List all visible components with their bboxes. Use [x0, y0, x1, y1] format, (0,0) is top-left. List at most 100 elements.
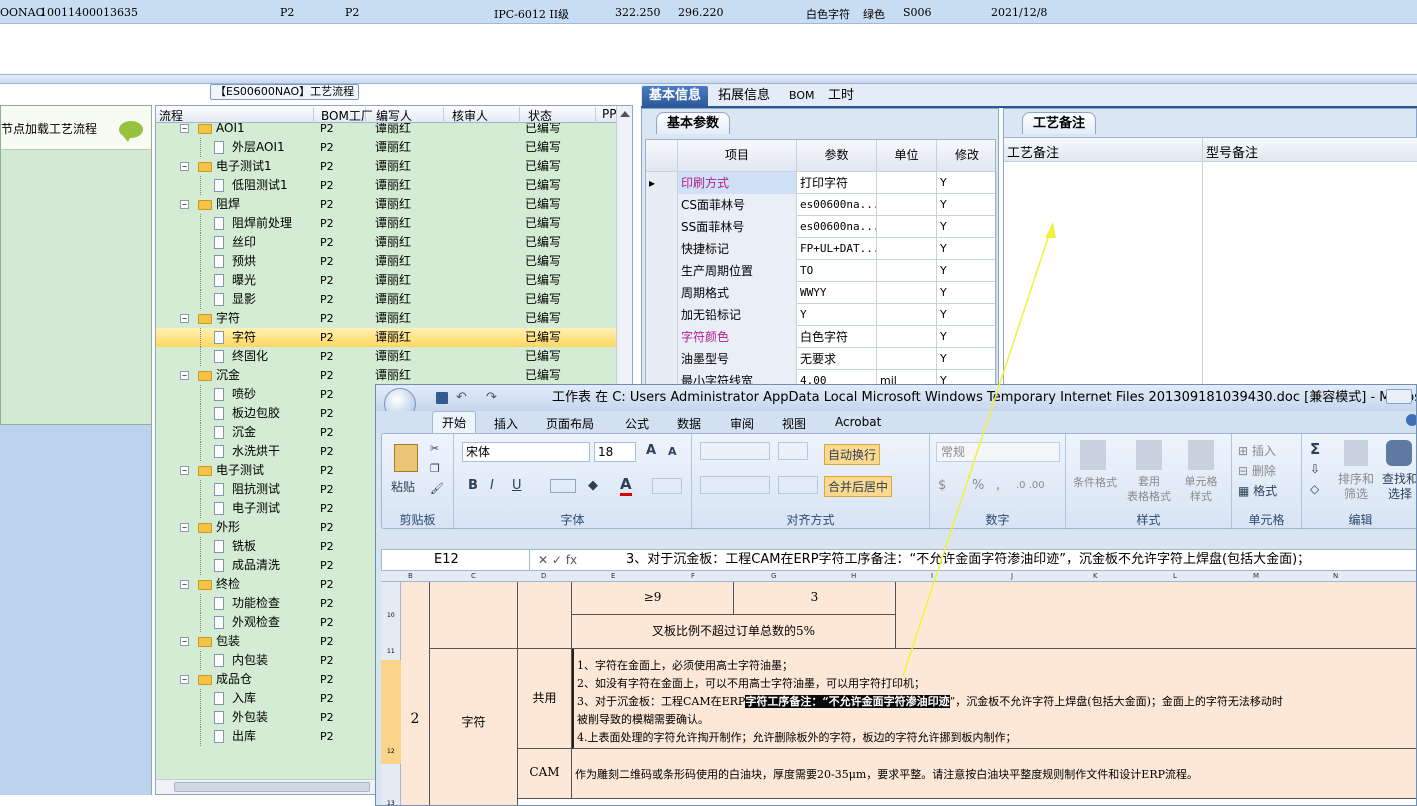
collapse-icon[interactable]: − — [180, 162, 189, 171]
param-row[interactable]: ▸ 印刷方式 打印字符 Y — [646, 172, 997, 194]
record-row[interactable]: OONAO 10011400013635 P2 P2 IPC-6012 II级 … — [0, 0, 1417, 24]
wrap-text-button[interactable]: 自动换行 — [824, 444, 881, 465]
col-reviewer[interactable]: 核审人 — [452, 107, 520, 123]
format-button[interactable]: ▦ 格式 — [1238, 482, 1277, 499]
cell-style-icon[interactable] — [1188, 440, 1214, 470]
column-header[interactable]: B — [408, 572, 413, 580]
row-num-10[interactable]: 10 — [387, 612, 395, 619]
sort-filter-icon[interactable] — [1344, 440, 1368, 466]
clear-icon[interactable]: ◇ — [1310, 482, 1319, 496]
font-size-select[interactable]: 18 — [594, 442, 636, 462]
param-cell-value[interactable]: 打印字符 — [797, 172, 877, 194]
param-cell-edit[interactable]: Y — [937, 238, 997, 260]
sort-filter-button[interactable]: 排序和 筛选 — [1336, 472, 1376, 502]
fill-icon[interactable]: ⇩ — [1310, 462, 1320, 476]
cell-e10[interactable]: ≥9 — [572, 582, 734, 615]
tree-row[interactable]: 终固化 P2 谭丽红 已编写 — [156, 347, 616, 366]
formula-input[interactable]: 3、对于沉金板：工程CAM在ERP字符工序备注：“不允许金面字符渗油印迹”，沉金… — [626, 550, 1310, 570]
param-cell-edit[interactable]: Y — [937, 304, 997, 326]
col-unit[interactable]: 单位 — [877, 140, 937, 172]
param-row[interactable]: 字符颜色 白色字符 Y — [646, 326, 997, 348]
tree-row[interactable]: 外层AOI1 P2 谭丽红 已编写 — [156, 138, 616, 157]
cell-i10[interactable] — [896, 582, 1416, 649]
tree-row[interactable]: 字符 P2 谭丽红 已编写 — [156, 328, 616, 347]
param-cell-value[interactable]: Y — [797, 304, 877, 326]
collapse-icon[interactable]: − — [180, 200, 189, 209]
border-icon[interactable] — [550, 479, 576, 493]
excel-titlebar[interactable]: ↶ ↷ 工作表 在 C: Users Administrator AppData… — [376, 385, 1416, 420]
italic-button[interactable]: I — [490, 478, 494, 493]
param-cell-item[interactable]: 字符颜色 — [678, 326, 797, 348]
param-cell-unit[interactable] — [877, 216, 937, 238]
param-row[interactable]: 快捷标记 FP+UL+DAT... Y — [646, 238, 997, 260]
collapse-icon[interactable]: − — [180, 523, 189, 532]
tree-row[interactable]: − 电子测试1 P2 谭丽红 已编写 — [156, 157, 616, 176]
tree-row[interactable]: 丝印 P2 谭丽红 已编写 — [156, 233, 616, 252]
tab-hours[interactable]: 工时 — [821, 86, 861, 108]
paste-icon[interactable] — [394, 444, 418, 472]
collapse-icon[interactable]: − — [180, 314, 189, 323]
column-header[interactable]: F — [691, 572, 695, 580]
tree-row[interactable]: 显影 P2 谭丽红 已编写 — [156, 290, 616, 309]
tab-insert[interactable]: 插入 — [494, 415, 518, 432]
col-edit[interactable]: 修改 — [937, 140, 997, 172]
param-cell-value[interactable]: TO — [797, 260, 877, 282]
orientation-icon[interactable] — [778, 442, 808, 460]
col-process-note[interactable]: 工艺备注 — [1007, 142, 1059, 161]
col-writer[interactable]: 编写人 — [376, 107, 444, 123]
param-cell-edit[interactable]: Y — [937, 326, 997, 348]
cond-format-icon[interactable] — [1080, 440, 1106, 470]
cond-format-button[interactable]: 条件格式 — [1066, 474, 1124, 490]
column-header[interactable]: K — [1093, 572, 1098, 580]
table-format-icon[interactable] — [1136, 440, 1162, 470]
cell-e12[interactable]: 1、字符在金面上，必须使用高士字符油墨； 2、如没有字符在金面上，可以不用高士字… — [572, 649, 1416, 749]
comma-icon[interactable]: , — [996, 478, 1000, 493]
tab-basic-params[interactable]: 基本参数 — [656, 112, 731, 134]
tree-row[interactable]: − 阻焊 P2 谭丽红 已编写 — [156, 195, 616, 214]
insert-button[interactable]: ⊞ 插入 — [1238, 442, 1276, 459]
help-icon[interactable] — [1406, 414, 1416, 426]
delete-button[interactable]: ⊟ 删除 — [1238, 462, 1276, 479]
param-cell-unit[interactable] — [877, 238, 937, 260]
col-param[interactable]: 参数 — [797, 140, 877, 172]
param-cell-item[interactable]: 生产周期位置 — [678, 260, 797, 282]
tab-review[interactable]: 审阅 — [730, 415, 754, 432]
column-header[interactable]: N — [1333, 572, 1338, 580]
indent-icons[interactable] — [778, 476, 818, 494]
collapse-icon[interactable]: − — [180, 637, 189, 646]
param-row[interactable]: 油墨型号 无要求 Y — [646, 348, 997, 370]
col-item[interactable]: 项目 — [678, 140, 797, 172]
shrink-font-icon[interactable]: A — [668, 445, 677, 458]
tree-row[interactable]: 预烘 P2 谭丽红 已编写 — [156, 252, 616, 271]
cell-b12[interactable]: 2 — [401, 649, 430, 805]
cell-g10[interactable]: 3 — [734, 582, 896, 615]
tab-basic-info[interactable]: 基本信息 — [642, 86, 709, 108]
param-cell-edit[interactable]: Y — [937, 172, 997, 194]
tree-row[interactable]: − AOI1 P2 谭丽红 已编写 — [156, 123, 616, 138]
param-row[interactable]: 加无铅标记 Y Y — [646, 304, 997, 326]
tab-acrobat[interactable]: Acrobat — [835, 415, 881, 429]
collapse-icon[interactable]: − — [180, 675, 189, 684]
scroll-up-icon[interactable] — [620, 111, 630, 117]
cell-style-button[interactable]: 单元格 样式 — [1176, 474, 1226, 504]
font-name-select[interactable]: 宋体 — [462, 442, 590, 462]
column-header[interactable]: C — [471, 572, 476, 580]
tree-row[interactable]: 阻焊前处理 P2 谭丽红 已编写 — [156, 214, 616, 233]
font-color-icon[interactable]: A — [620, 475, 632, 496]
column-header[interactable]: G — [771, 572, 776, 580]
autosum-icon[interactable]: Σ — [1310, 440, 1320, 458]
column-header[interactable]: L — [1173, 572, 1177, 580]
param-cell-value[interactable]: es00600na... — [797, 194, 877, 216]
redo-icon[interactable]: ↷ — [486, 385, 497, 411]
number-format-select[interactable]: 常规 — [936, 442, 1060, 462]
bold-button[interactable]: B — [468, 478, 478, 493]
collapse-icon[interactable]: − — [180, 580, 189, 589]
tree-row[interactable]: 低阻测试1 P2 谭丽红 已编写 — [156, 176, 616, 195]
tab-process-notes[interactable]: 工艺备注 — [1022, 112, 1097, 134]
param-cell-edit[interactable]: Y — [937, 194, 997, 216]
param-cell-item[interactable]: 印刷方式 — [678, 172, 797, 194]
collapse-icon[interactable]: − — [180, 466, 189, 475]
param-cell-value[interactable]: FP+UL+DAT... — [797, 238, 877, 260]
param-row[interactable]: 生产周期位置 TO Y — [646, 260, 997, 282]
find-select-button[interactable]: 查找和 选择 — [1380, 472, 1416, 502]
